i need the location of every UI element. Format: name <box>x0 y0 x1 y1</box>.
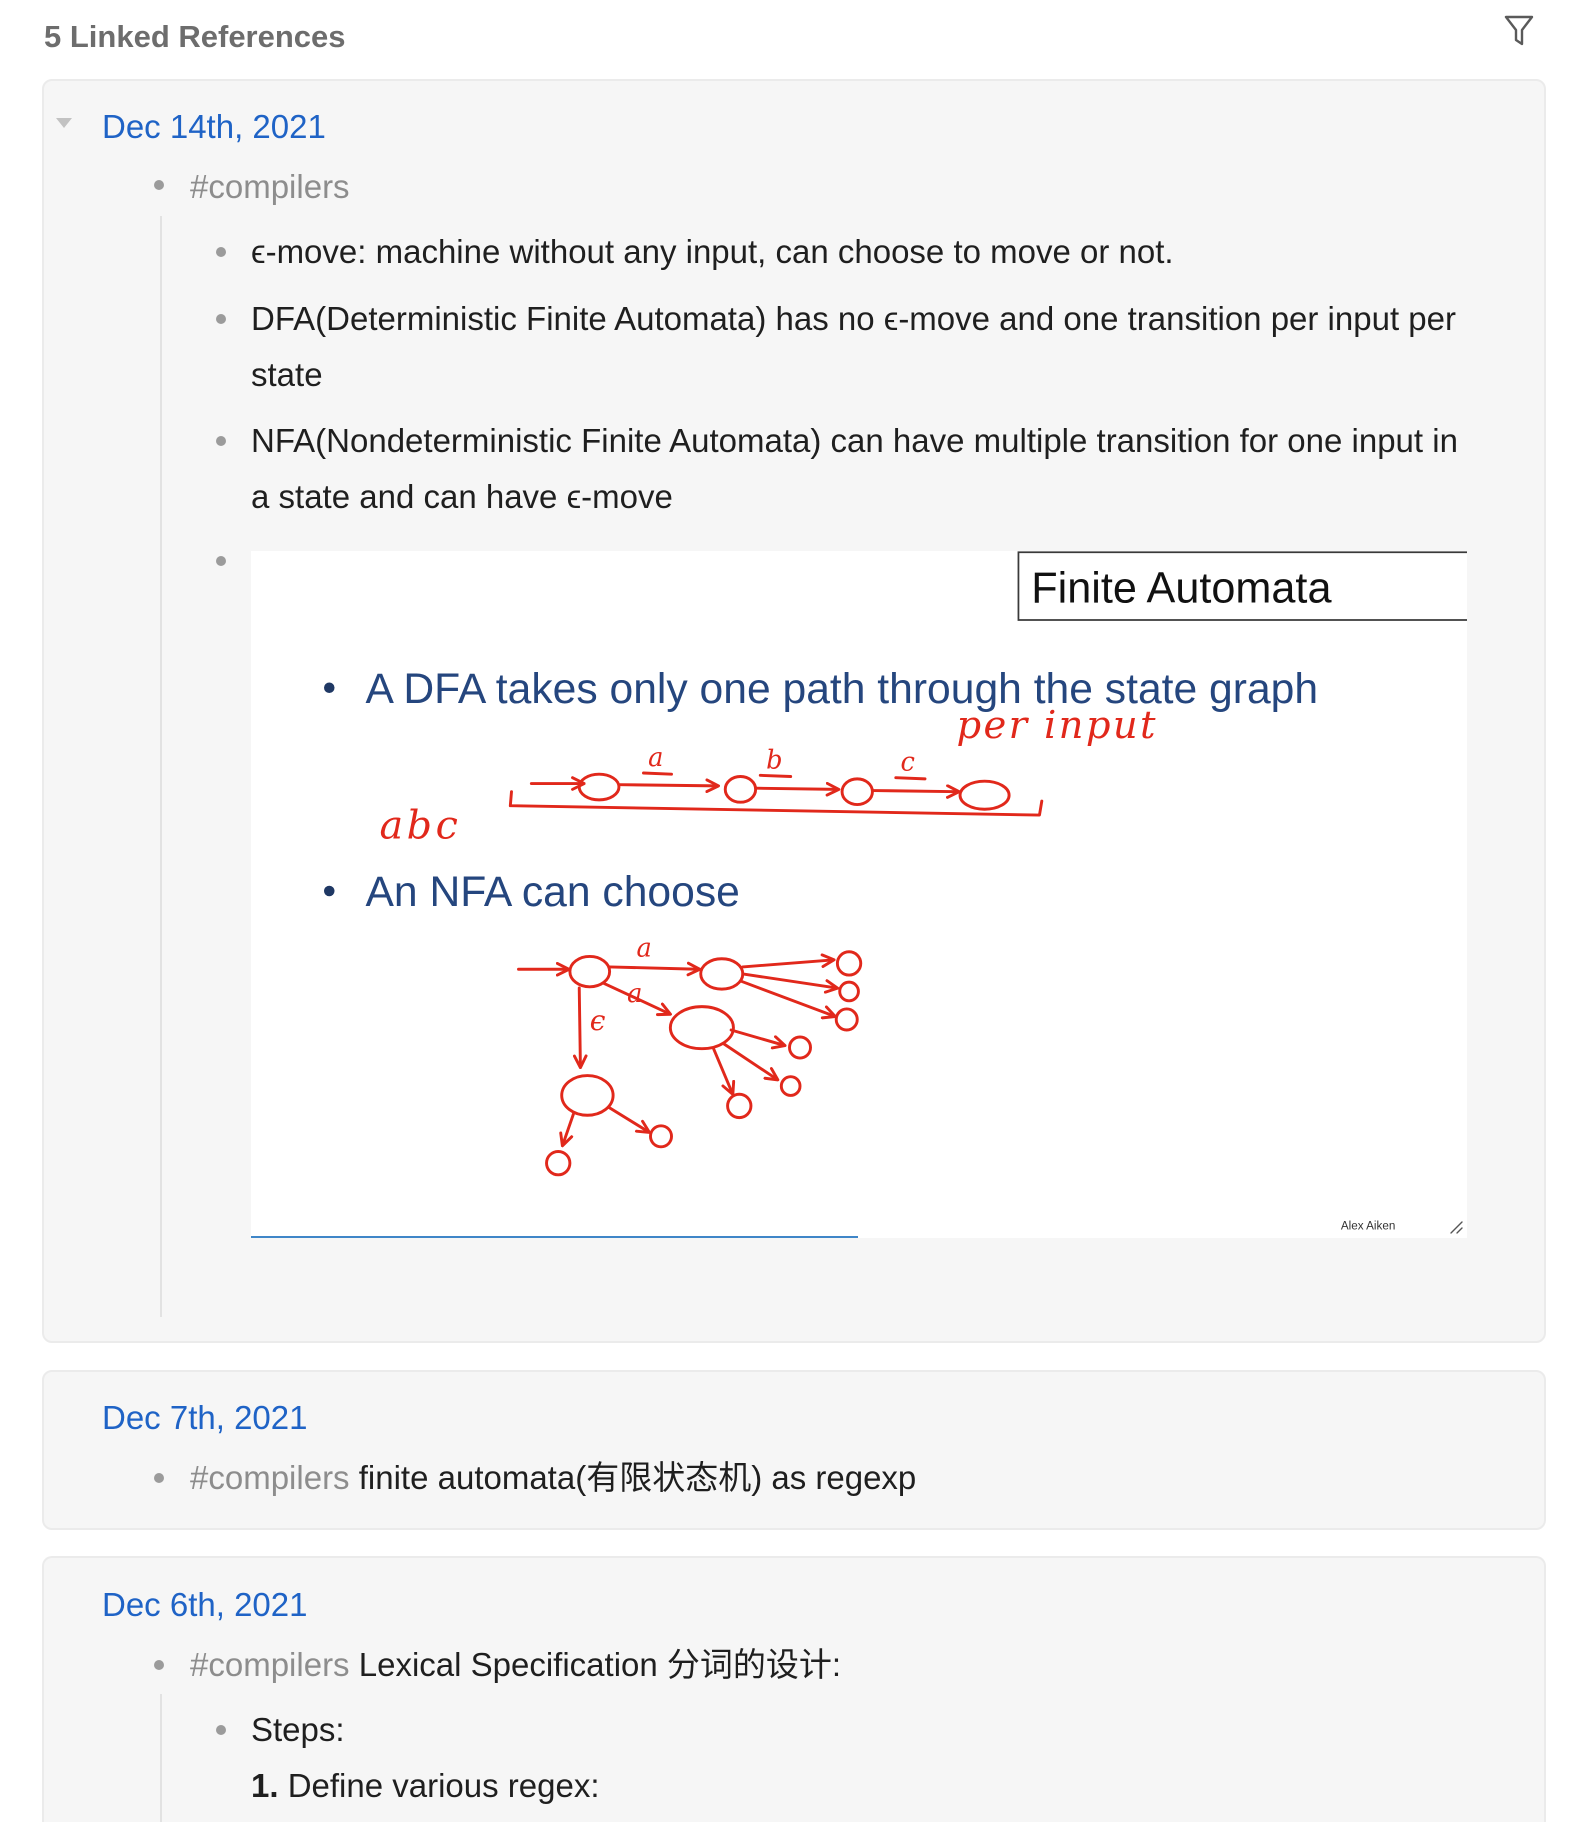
tag-link[interactable]: #compilers <box>190 168 350 205</box>
reference-date-link[interactable]: Dec 14th, 2021 <box>102 107 326 147</box>
epsilon-arrow <box>572 986 588 1070</box>
reference-card: Dec 7th, 2021 #compilers finite automata… <box>42 1370 1546 1530</box>
resize-handle-icon[interactable] <box>1449 1220 1463 1234</box>
linked-references-title: 5 Linked References <box>44 19 346 54</box>
block-children-guide <box>160 1694 162 1822</box>
reference-date-link[interactable]: Dec 6th, 2021 <box>102 1585 307 1625</box>
transition-arrow <box>618 778 720 794</box>
filter-icon[interactable] <box>1503 14 1535 48</box>
slide-bullet-text: An NFA can choose <box>365 868 739 916</box>
child-block[interactable]: NFA(Nondeterministic Finite Automata) ca… <box>251 413 1475 525</box>
block-bullet[interactable] <box>216 436 226 446</box>
slide-bullet-text: A DFA takes only one path through the st… <box>365 665 1318 713</box>
block-bullet[interactable] <box>154 180 164 190</box>
slide-bullet <box>324 885 335 897</box>
list-item-text: Define various regex: <box>287 1767 600 1804</box>
slide-title: Finite Automata <box>1031 564 1332 612</box>
reference-card: Dec 6th, 2021 #compilers Lexical Specifi… <box>42 1556 1546 1822</box>
label-underline <box>642 771 673 776</box>
image-bottom-bar <box>251 1236 858 1238</box>
block-children-guide <box>160 216 162 1317</box>
child-block[interactable]: ϵ-move: machine without any input, can c… <box>251 224 1475 280</box>
block-text: Lexical Specification 分词的设计: <box>358 1646 842 1683</box>
block-bullet[interactable] <box>154 1660 164 1670</box>
handwritten-note: per input <box>957 703 1158 748</box>
block-content[interactable]: #compilers <box>190 167 350 207</box>
transition-label: a <box>627 979 642 1009</box>
list-number: 1. <box>251 1767 279 1804</box>
ordered-list-item[interactable]: 1. Define various regex: <box>251 1758 1475 1814</box>
reference-date-link[interactable]: Dec 7th, 2021 <box>102 1398 307 1438</box>
tag-link[interactable]: #compilers <box>190 1459 350 1496</box>
transition-arrow <box>755 781 841 797</box>
transition-label: a <box>648 743 663 773</box>
slide-credit: Alex Aiken <box>1341 1220 1396 1233</box>
caret-down-icon[interactable] <box>56 118 72 128</box>
reference-card: Dec 14th, 2021 #compilers ϵ-move: machin… <box>42 79 1546 1343</box>
embedded-slide-image[interactable]: Finite Automata A DFA takes only one pat… <box>251 551 1467 1238</box>
label-underline <box>894 776 927 781</box>
block-bullet[interactable] <box>154 1473 164 1483</box>
child-block[interactable]: DFA(Deterministic Finite Automata) has n… <box>251 291 1475 403</box>
block-bullet[interactable] <box>216 1725 226 1735</box>
child-block[interactable]: Steps: <box>251 1702 1475 1758</box>
block-content[interactable]: #compilers finite automata(有限状态机) as reg… <box>190 1458 916 1498</box>
block-bullet[interactable] <box>216 247 226 257</box>
slide-bullet <box>324 682 335 694</box>
transition-arrow <box>872 784 961 799</box>
slide-figure: Finite Automata A DFA takes only one pat… <box>251 551 1467 1238</box>
epsilon-label: ϵ <box>590 1004 606 1037</box>
block-bullet[interactable] <box>216 314 226 324</box>
label-underline <box>758 773 793 778</box>
block-bullet[interactable] <box>216 556 226 566</box>
tag-link[interactable]: #compilers <box>190 1646 350 1683</box>
transition-label: a <box>636 933 651 963</box>
block-text: finite automata(有限状态机) as regexp <box>358 1459 917 1496</box>
transition-label: c <box>900 748 914 778</box>
handwritten-input: abc <box>379 802 461 848</box>
block-content[interactable]: #compilers Lexical Specification 分词的设计: <box>190 1645 841 1685</box>
transition-label: b <box>766 745 782 775</box>
